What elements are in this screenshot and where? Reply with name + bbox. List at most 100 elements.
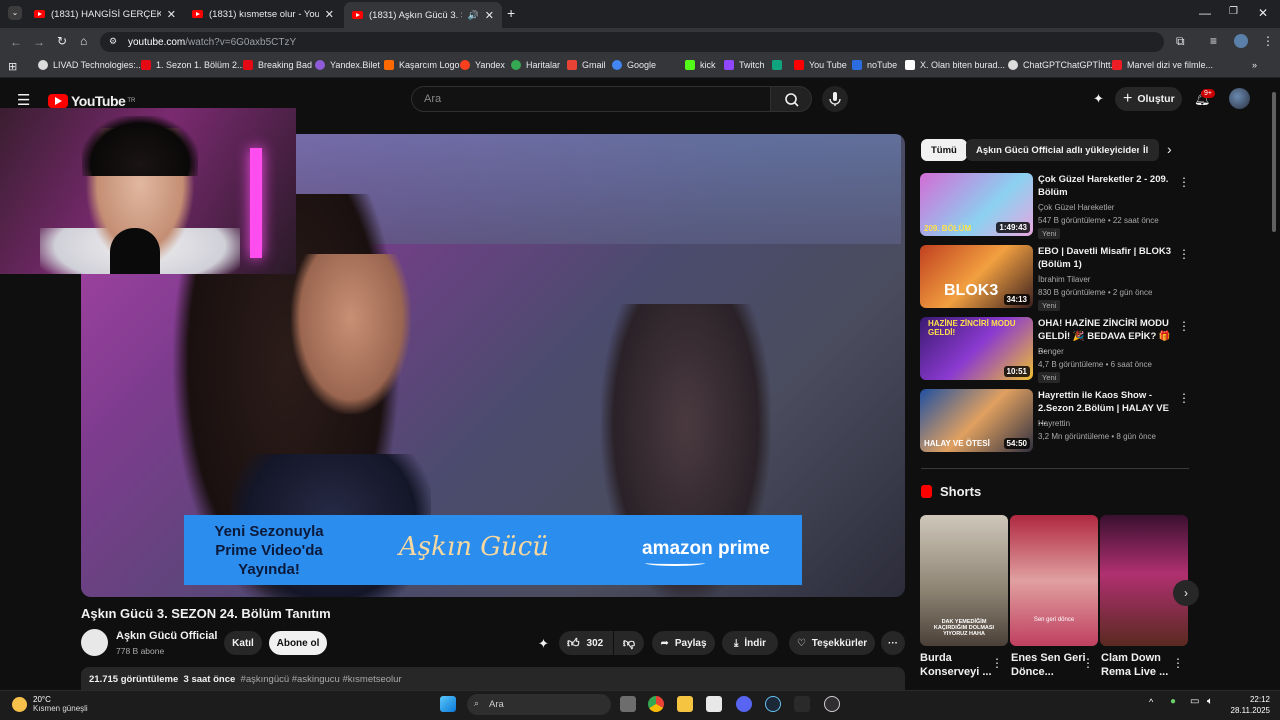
bookmark-item[interactable]: LIVAD Technologies:... [38, 60, 143, 70]
video-thumbnail[interactable]: HAZİNE ZİNCİRİ MODU GELDİ! 10:51 [920, 317, 1033, 380]
chip-from-uploader[interactable]: Aşkın Gücü Official adlı yükleyiciden [966, 139, 1153, 161]
chip-related[interactable]: İl [1139, 139, 1159, 161]
close-tab-icon[interactable]: ✕ [167, 8, 176, 21]
channel-name[interactable]: Çok Güzel Hareketler [1038, 203, 1114, 212]
short-title[interactable]: Burda Konserveyi ... [920, 651, 995, 679]
channel-name[interactable]: Aşkın Gücü Official [116, 630, 217, 642]
voice-search-button[interactable] [822, 86, 848, 112]
bookmark-item[interactable]: ChatGPTChatGPTİhtt... [1008, 60, 1118, 70]
steam-icon[interactable] [765, 696, 781, 712]
menu-kebab-icon[interactable]: ⋮ [1262, 34, 1274, 48]
network-icon[interactable]: ▭ [1190, 696, 1199, 707]
tab-3-active[interactable]: (1831) Aşkın Gücü 3. SEZON 24. Bölüm 🔊 ✕ [344, 2, 502, 28]
video-thumbnail[interactable]: HALAY VE ÖTESİ 54:50 [920, 389, 1033, 452]
bookmark-item[interactable]: Breaking Bad [243, 60, 312, 70]
hashtags[interactable]: #aşkıngücü #askingucu #kısmetseolur [241, 674, 402, 685]
hamburger-menu-icon[interactable]: ☰ [17, 91, 30, 109]
user-avatar[interactable] [1229, 88, 1250, 109]
tray-overflow-icon[interactable]: ^ [1149, 697, 1153, 707]
back-icon[interactable]: ← [10, 35, 22, 49]
bookmark-item[interactable]: You Tube [794, 60, 847, 70]
microphone-tray-icon[interactable]: ● [1170, 696, 1176, 707]
tab-search-icon[interactable]: ⌄ [8, 6, 22, 20]
like-button[interactable]: 👍︎ 302 [559, 631, 613, 655]
recommended-video[interactable]: 209. BÖLÜM 1:49:43 Çok Güzel Hareketler … [920, 173, 1190, 239]
short-title[interactable]: Enes Sen Geri Dönce... [1011, 651, 1086, 679]
video-thumbnail[interactable]: BLOK3 34:13 [920, 245, 1033, 308]
bookmark-item[interactable]: Twitch [724, 60, 765, 70]
premium-sparkle-icon[interactable]: ✦ [1093, 91, 1104, 107]
join-button[interactable]: Katıl [224, 631, 262, 655]
channel-name[interactable]: İbrahim Tilaver [1038, 275, 1090, 284]
recommended-video[interactable]: HAZİNE ZİNCİRİ MODU GELDİ! 10:51 OHA! HA… [920, 317, 1190, 383]
chip-all[interactable]: Tümü [921, 139, 967, 161]
minimize-icon[interactable]: — [1199, 6, 1211, 20]
discord-icon[interactable] [736, 696, 752, 712]
youtube-logo[interactable]: YouTube TR [48, 93, 135, 109]
search-button[interactable] [770, 86, 812, 112]
channel-avatar[interactable] [81, 629, 108, 656]
bookmark-item[interactable] [772, 60, 787, 70]
bookmark-item[interactable]: Gmail [567, 60, 606, 70]
bookmark-item[interactable]: Marvel dizi ve filmle... [1112, 60, 1213, 70]
chrome-icon[interactable] [648, 696, 664, 712]
more-vertical-icon[interactable]: ⋮ [1178, 319, 1190, 333]
new-tab-icon[interactable]: + [507, 5, 515, 21]
chevron-right-icon[interactable]: › [1167, 141, 1172, 157]
extensions-icon[interactable]: ⧉ [1176, 34, 1185, 49]
close-window-icon[interactable]: ✕ [1258, 6, 1268, 20]
address-bar[interactable]: ⚙ youtube.com/watch?v=6G0axb5CTzY [100, 32, 1164, 52]
recommended-video[interactable]: HALAY VE ÖTESİ 54:50 Hayrettin ile Kaos … [920, 389, 1190, 453]
more-vertical-icon[interactable]: ⋮ [991, 656, 1003, 670]
more-vertical-icon[interactable]: ⋮ [1178, 175, 1190, 189]
download-button[interactable]: ⤓ İndir [722, 631, 778, 655]
restore-icon[interactable]: ❐ [1229, 6, 1238, 17]
weather-widget[interactable]: 20°C Kısmen güneşli [12, 695, 88, 713]
forward-icon[interactable]: → [33, 35, 45, 49]
premium-sparkle-icon[interactable]: ✦ [538, 636, 549, 652]
dislike-button[interactable]: 👎︎ [614, 631, 644, 655]
more-vertical-icon[interactable]: ⋮ [1178, 247, 1190, 261]
close-tab-icon[interactable]: ✕ [325, 8, 334, 21]
volume-icon[interactable]: 🔈︎ [1207, 696, 1213, 707]
system-clock[interactable]: 22:12 28.11.2025 [1226, 694, 1270, 716]
subscribe-button[interactable]: Abone ol [269, 631, 327, 655]
page-scrollbar[interactable] [1272, 92, 1276, 232]
home-icon[interactable]: ⌂ [80, 34, 87, 48]
tab-2[interactable]: (1831) kısmetse olur - YouTube ✕ [184, 2, 342, 26]
profile-icon[interactable] [1234, 34, 1248, 48]
more-vertical-icon[interactable]: ⋮ [1178, 391, 1190, 405]
more-actions-button[interactable]: ··· [881, 631, 905, 655]
video-thumbnail[interactable]: 209. BÖLÜM 1:49:43 [920, 173, 1033, 236]
short-thumbnail[interactable]: DAK YEMEDİĞİM KAÇIRDIĞIM DOLMASI YIYORUZ… [920, 515, 1008, 646]
share-button[interactable]: ➦ Paylaş [652, 631, 715, 655]
channel-name[interactable]: Hayrettin [1038, 419, 1070, 428]
windows-start-icon[interactable] [440, 696, 456, 712]
store-icon[interactable] [706, 696, 722, 712]
site-info-icon[interactable]: ⚙ [109, 36, 117, 47]
short-thumbnail[interactable]: Sen geri dönce [1010, 515, 1098, 646]
close-tab-icon[interactable]: ✕ [485, 9, 494, 22]
bookmark-overflow-icon[interactable]: » [1252, 60, 1257, 70]
tab-1[interactable]: (1831) HANGİSİ GERÇEK DOKTOR? ✕ [26, 2, 184, 26]
search-input[interactable]: Ara [411, 86, 771, 112]
short-title[interactable]: Clam Down Rema Live ... [1101, 651, 1176, 679]
bookmark-item[interactable]: Google [612, 60, 656, 70]
shorts-next-button[interactable]: › [1173, 580, 1199, 606]
reload-icon[interactable]: ↻ [57, 34, 67, 48]
bookmark-item[interactable]: Kaşarcım Logo [384, 60, 460, 70]
more-vertical-icon[interactable]: ⋮ [1172, 656, 1184, 670]
create-button[interactable]: + Oluştur [1115, 87, 1182, 111]
task-view-icon[interactable] [620, 696, 636, 712]
bookmark-item[interactable]: Yandex [460, 60, 505, 70]
more-vertical-icon[interactable]: ⋮ [1082, 656, 1094, 670]
bookmark-item[interactable]: Haritalar [511, 60, 560, 70]
bookmark-item[interactable]: kick [685, 60, 716, 70]
video-title[interactable]: EBO | Davetli Misafir | BLOK3 (Bölüm 1) [1038, 245, 1173, 271]
short-thumbnail[interactable] [1100, 515, 1188, 646]
apps-grid-icon[interactable]: ⊞ [8, 60, 17, 73]
app-icon[interactable] [794, 696, 810, 712]
bookmark-item[interactable]: 1. Sezon 1. Bölüm 2... [141, 60, 245, 70]
bookmark-item[interactable]: noTube [852, 60, 897, 70]
thanks-button[interactable]: ♡ Teşekkürler [789, 631, 875, 655]
